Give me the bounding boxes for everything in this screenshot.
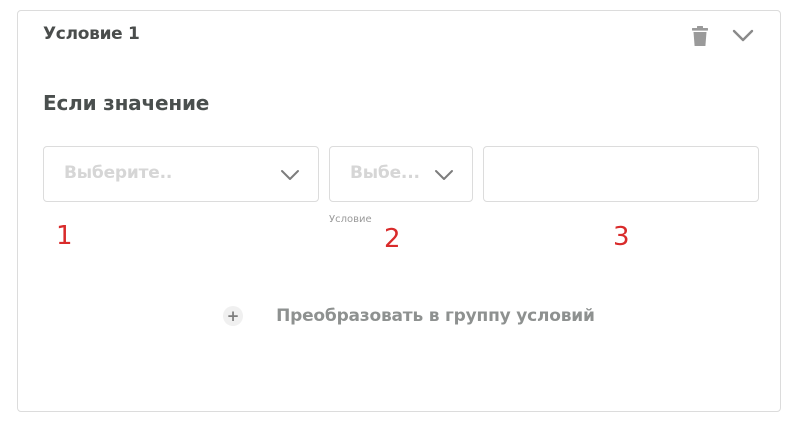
condition-title: Условие 1	[43, 24, 140, 44]
operator-hint: Условие	[329, 214, 372, 225]
chevron-down-icon	[434, 167, 454, 181]
condition-card: Условие 1 Если значение Выберите.. Выбе.…	[17, 10, 781, 412]
annotation-marker-2: 2	[384, 224, 401, 254]
convert-to-group-button[interactable]: + Преобразовать в группу условий	[223, 305, 595, 329]
compare-value-input[interactable]	[483, 146, 759, 202]
operator-select-placeholder: Выбе...	[350, 163, 420, 183]
value-select-placeholder: Выберите..	[64, 163, 173, 183]
annotation-marker-3: 3	[613, 222, 630, 252]
chevron-down-icon	[280, 167, 300, 181]
annotation-marker-1: 1	[56, 221, 73, 251]
value-select[interactable]: Выберите..	[43, 146, 319, 202]
convert-to-group-label: Преобразовать в группу условий	[276, 305, 595, 326]
trash-icon[interactable]	[688, 24, 712, 48]
compare-value-field[interactable]	[484, 147, 758, 201]
section-title: Если значение	[43, 91, 210, 115]
condition-header: Условие 1	[18, 11, 780, 59]
plus-icon: +	[223, 305, 243, 326]
operator-select[interactable]: Выбе...	[329, 146, 473, 202]
chevron-down-icon[interactable]	[730, 24, 756, 48]
